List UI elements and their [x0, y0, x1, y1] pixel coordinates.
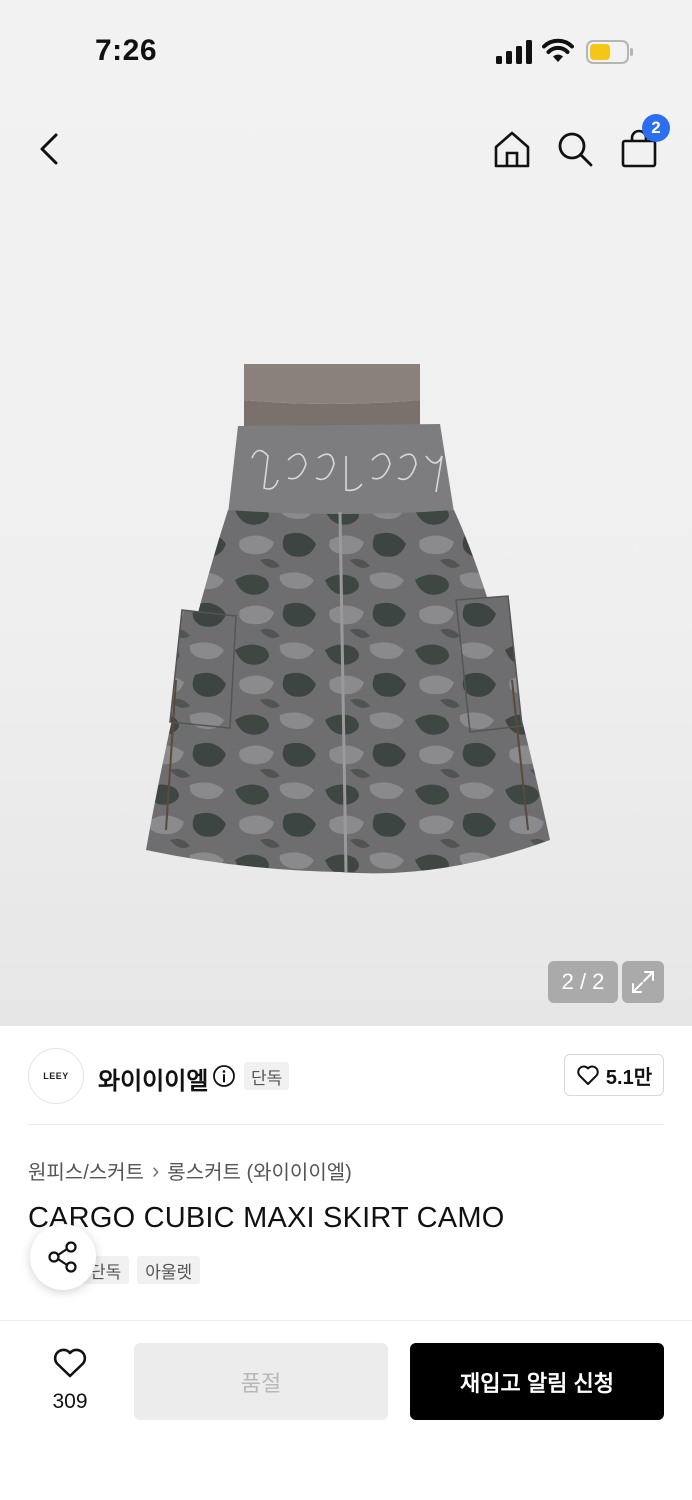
image-pager: 2 / 2 — [548, 961, 618, 1003]
chevron-right-icon: › — [151, 1157, 160, 1183]
wifi-icon — [542, 38, 574, 62]
product-image[interactable] — [140, 360, 560, 880]
product-gallery[interactable]: 7:26 2 2 / 2 — [0, 0, 692, 1026]
share-button[interactable] — [30, 1224, 96, 1290]
top-navigation: 2 — [0, 110, 692, 190]
expand-image-button[interactable] — [622, 961, 664, 1003]
heart-icon — [577, 1065, 599, 1085]
search-button[interactable] — [552, 126, 598, 172]
back-button[interactable] — [26, 126, 72, 172]
status-time: 7:26 — [95, 34, 158, 67]
brand-like-button[interactable]: 5.1만 — [564, 1054, 664, 1096]
status-bar: 7:26 — [0, 0, 692, 100]
cart-button[interactable]: 2 — [616, 114, 670, 172]
heart-icon — [53, 1348, 87, 1378]
brand-like-count: 5.1만 — [605, 1066, 653, 1089]
bottom-action-bar: 309 품절 재입고 알림 신청 — [0, 1320, 692, 1500]
wishlist-count: 309 — [52, 1390, 88, 1413]
restock-alert-button[interactable]: 재입고 알림 신청 — [410, 1343, 664, 1420]
search-icon — [558, 132, 593, 167]
product-title: CARGO CUBIC MAXI SKIRT CAMO — [28, 1202, 505, 1234]
brand-logo[interactable]: LEEY — [28, 1048, 84, 1104]
wishlist-button[interactable]: 309 — [40, 1347, 100, 1414]
breadcrumb-subcategory[interactable]: 롱스커트 (와이이이엘) — [167, 1156, 351, 1185]
home-button[interactable] — [489, 126, 535, 172]
info-icon[interactable] — [212, 1064, 236, 1088]
exclusive-badge: 단독 — [244, 1062, 290, 1090]
share-icon — [48, 1241, 77, 1273]
divider — [28, 1124, 664, 1125]
signal-icon — [496, 40, 532, 64]
tag-outlet: 아울렛 — [137, 1256, 201, 1284]
cart-count-badge: 2 — [642, 114, 670, 142]
breadcrumb-category[interactable]: 원피스/스커트 — [28, 1156, 144, 1185]
brand-row: LEEY 와이이이엘 단독 5.1만 — [28, 1046, 664, 1106]
battery-icon — [586, 40, 633, 64]
chevron-left-icon — [40, 133, 58, 165]
expand-icon — [632, 971, 654, 993]
brand-name[interactable]: 와이이이엘 — [98, 1061, 208, 1096]
soldout-button[interactable]: 품절 — [134, 1343, 388, 1420]
breadcrumb: 원피스/스커트 › 롱스커트 (와이이이엘) — [28, 1156, 352, 1185]
home-icon — [494, 131, 530, 168]
